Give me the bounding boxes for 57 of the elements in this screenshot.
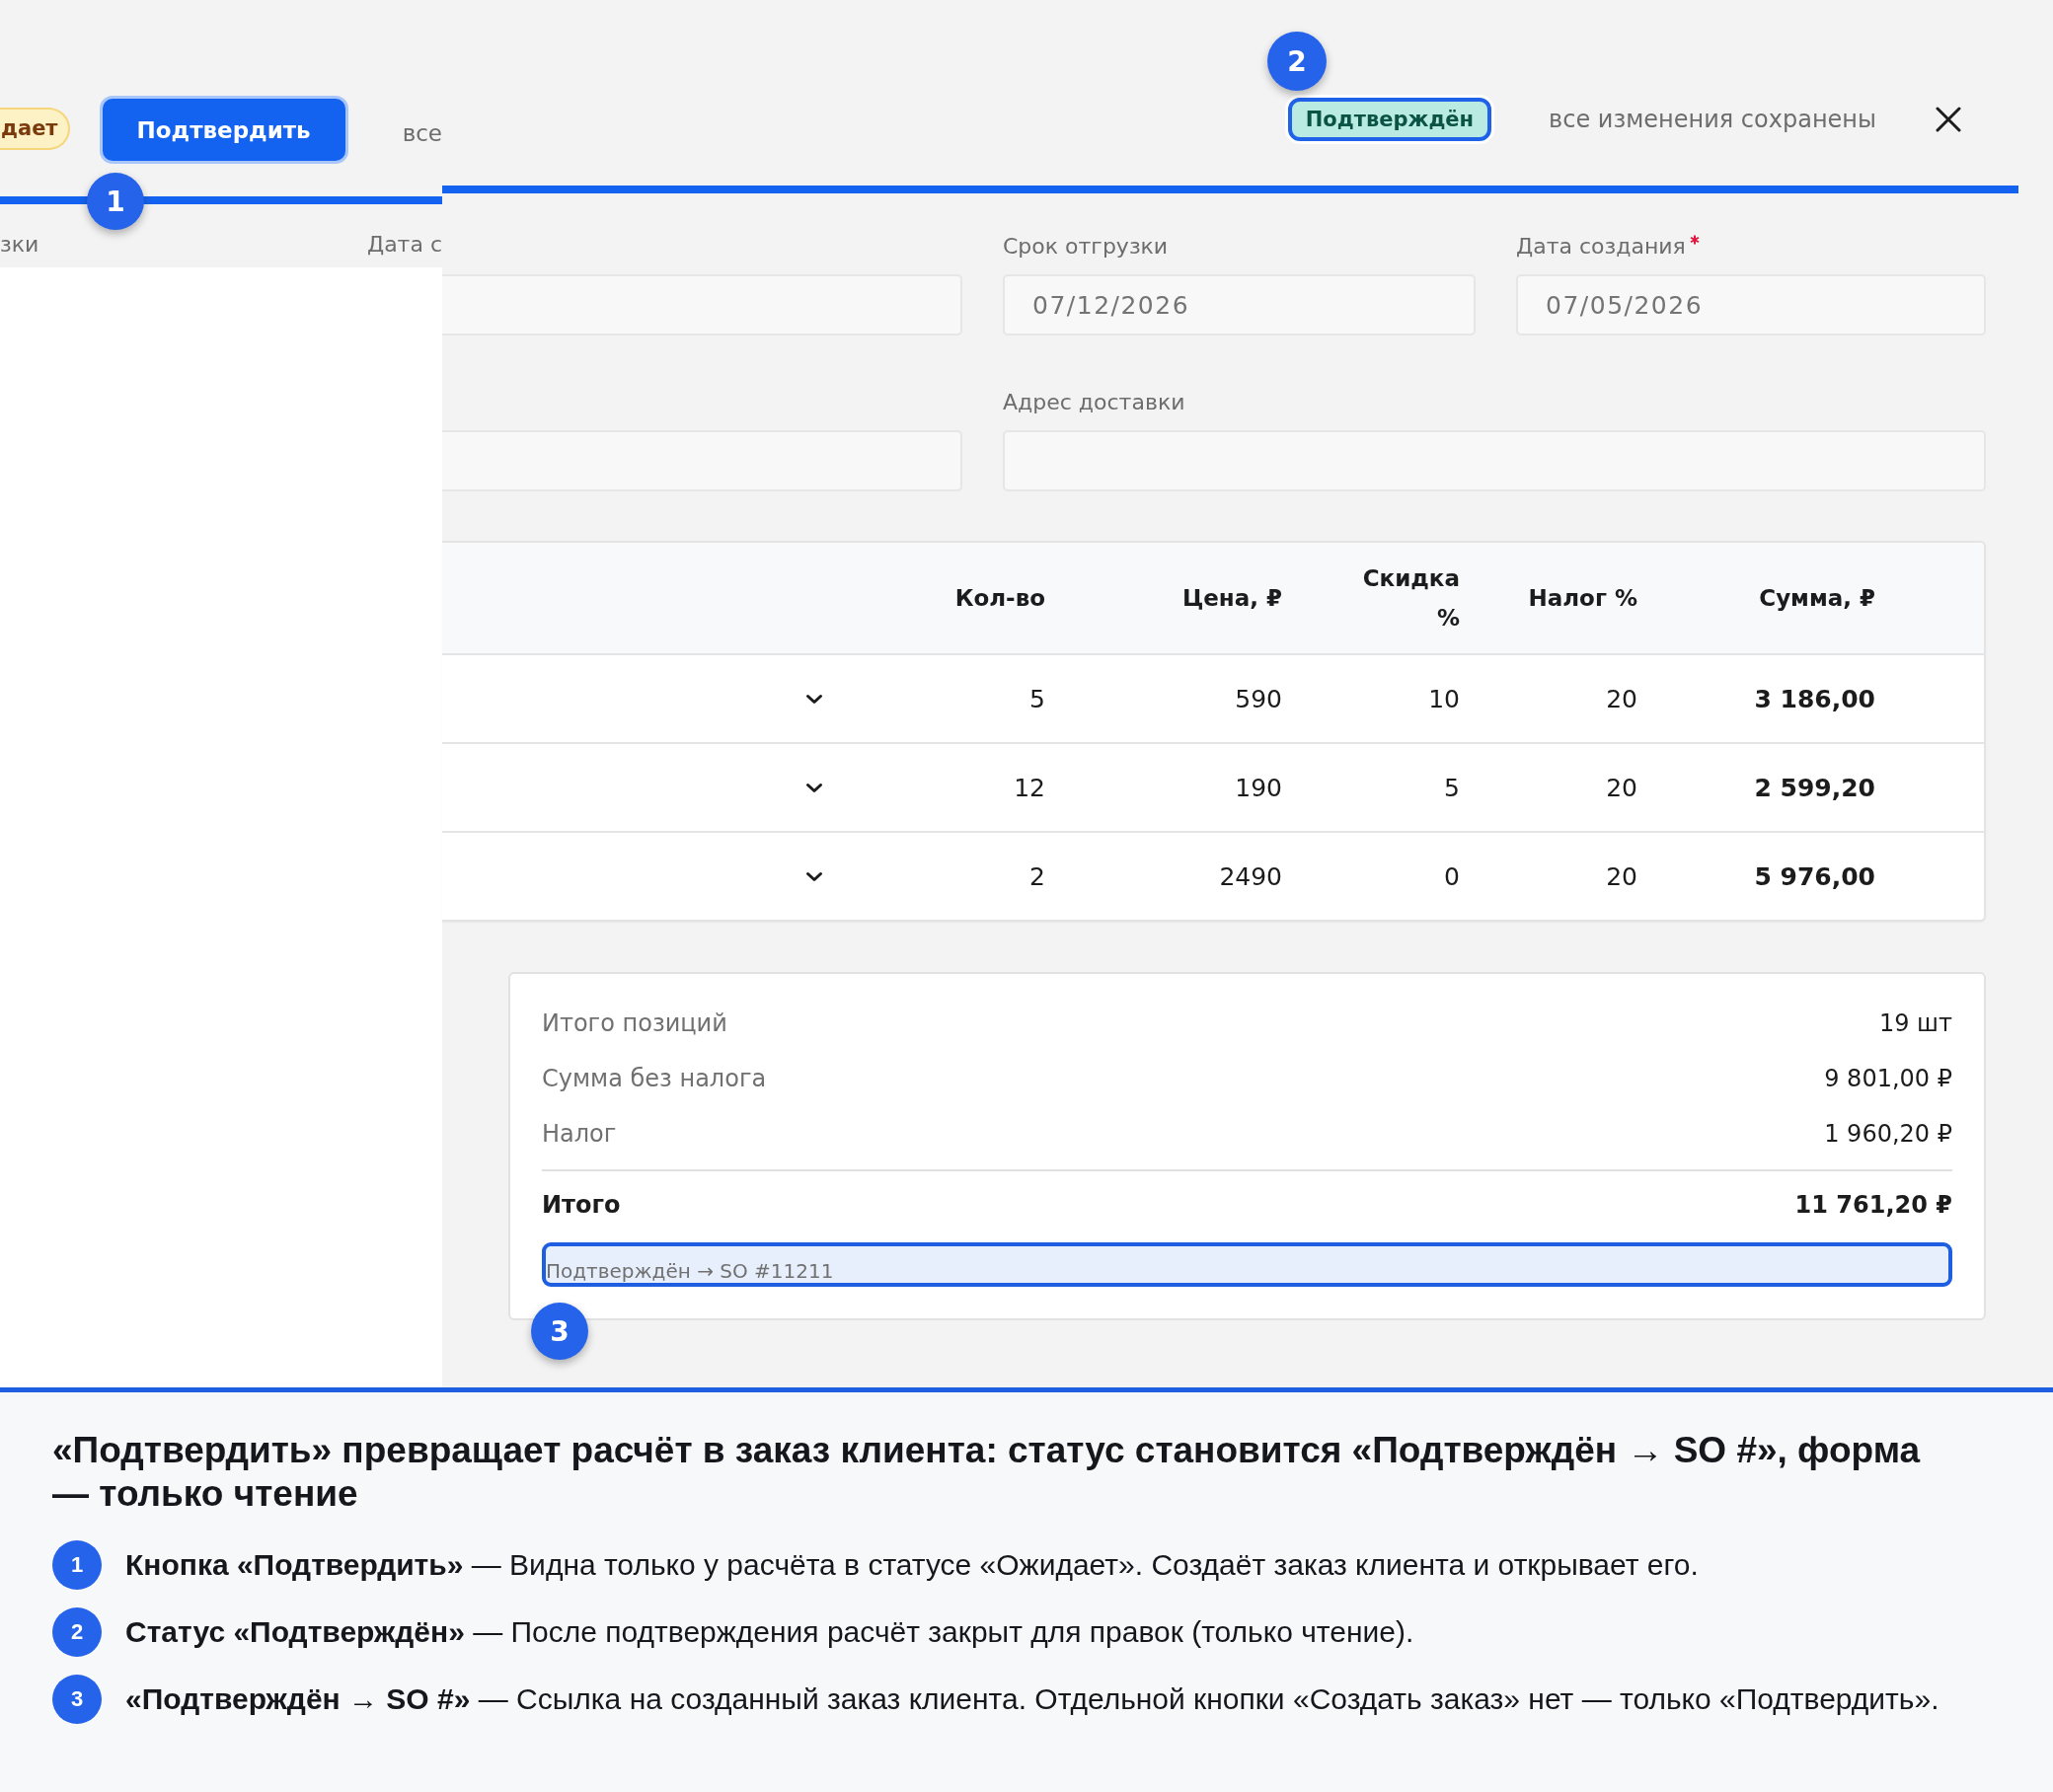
field-label: Дата создания <box>1516 233 1686 259</box>
summary-value: 9 801,00 ₽ <box>1824 1065 1952 1092</box>
table-cell: 2 <box>1029 861 1045 891</box>
column-header: Сумма, ₽ <box>1759 584 1875 613</box>
save-status-text: все изменения сохранены <box>1549 105 1876 135</box>
column-header: Цена, ₽ <box>1181 584 1282 613</box>
summary-label: Итого позиций <box>542 1009 727 1037</box>
close-icon[interactable] <box>1936 107 1961 132</box>
table-cell: 10 <box>1428 684 1460 713</box>
table-cell: 20 <box>1606 684 1637 713</box>
callout-marker: 2 <box>1267 32 1327 91</box>
table-cell: 2 599,20 <box>1754 773 1875 802</box>
field-label: Срок отгрузки <box>1003 233 1169 259</box>
table-cell: 5 <box>1444 773 1460 802</box>
chevron-down-icon[interactable] <box>805 870 823 882</box>
column-header: Кол-во <box>954 584 1045 613</box>
table-cell: 20 <box>1606 773 1637 802</box>
table-cell: 5 <box>1029 684 1045 713</box>
legend-item-text: «Подтверждён → SO #» — Ссылка на созданный заказ клиента. Отдельной кнопки «Создать заказ» нет — только «Подтвердить». <box>125 1682 1939 1716</box>
input-field[interactable] <box>442 274 962 336</box>
summary-value: 1 960,20 ₽ <box>1824 1120 1952 1148</box>
summary-label: Сумма без налога <box>542 1065 767 1092</box>
total-label: Итого <box>542 1191 621 1219</box>
input-field[interactable]: 07/12/2026 <box>1003 274 1476 336</box>
table-cell: 190 <box>1235 773 1282 802</box>
callout-marker: 3 <box>531 1303 588 1360</box>
status-badge: дает <box>0 107 70 150</box>
legend-title: «Подтвердить» превращает расчёт в заказ клиента: статус становится «Подтверждён → SO #», форма — только чтение <box>52 1429 1922 1516</box>
callout-marker: 1 <box>87 173 144 230</box>
input-field[interactable]: 07/05/2026 <box>1516 274 1986 336</box>
table-cell: 3 186,00 <box>1754 684 1875 713</box>
table-cell: 5 976,00 <box>1754 861 1875 891</box>
table-cell: 20 <box>1606 861 1637 891</box>
field-label: Дата с <box>366 232 442 259</box>
legend-number-marker: 1 <box>52 1540 102 1590</box>
field-label: зки <box>0 232 39 259</box>
column-header: Скидка % <box>1361 564 1460 633</box>
chevron-down-icon[interactable] <box>805 693 823 705</box>
table-cell: 2490 <box>1219 861 1282 891</box>
legend-number-marker: 3 <box>52 1675 102 1724</box>
sales-order-link[interactable]: Подтверждён → SO #11211 <box>542 1242 1952 1287</box>
table-cell: 0 <box>1444 861 1460 891</box>
confirm-button[interactable]: Подтвердить <box>102 99 345 161</box>
table-cell: 590 <box>1235 684 1282 713</box>
table-cell: 12 <box>1014 773 1045 802</box>
field-label: Адрес доставки <box>1003 389 1185 414</box>
legend-number-marker: 2 <box>52 1607 102 1657</box>
input-field[interactable] <box>442 430 962 491</box>
status-badge: Подтверждён <box>1287 98 1492 141</box>
legend-item-text: Кнопка «Подтвердить» — Видна только у расчёта в статусе «Ожидает». Создаёт заказ клиента и открывает его. <box>125 1548 1699 1582</box>
legend-item-text: Статус «Подтверждён» — После подтверждения расчёт закрыт для правок (только чтение). <box>125 1615 1414 1649</box>
chevron-down-icon[interactable] <box>805 782 823 793</box>
total-value: 11 761,20 ₽ <box>1794 1191 1952 1219</box>
column-header: Налог % <box>1528 584 1637 613</box>
summary-value: 19 шт <box>1878 1009 1952 1037</box>
save-status-text: все <box>402 119 442 146</box>
summary-label: Налог <box>542 1120 617 1148</box>
